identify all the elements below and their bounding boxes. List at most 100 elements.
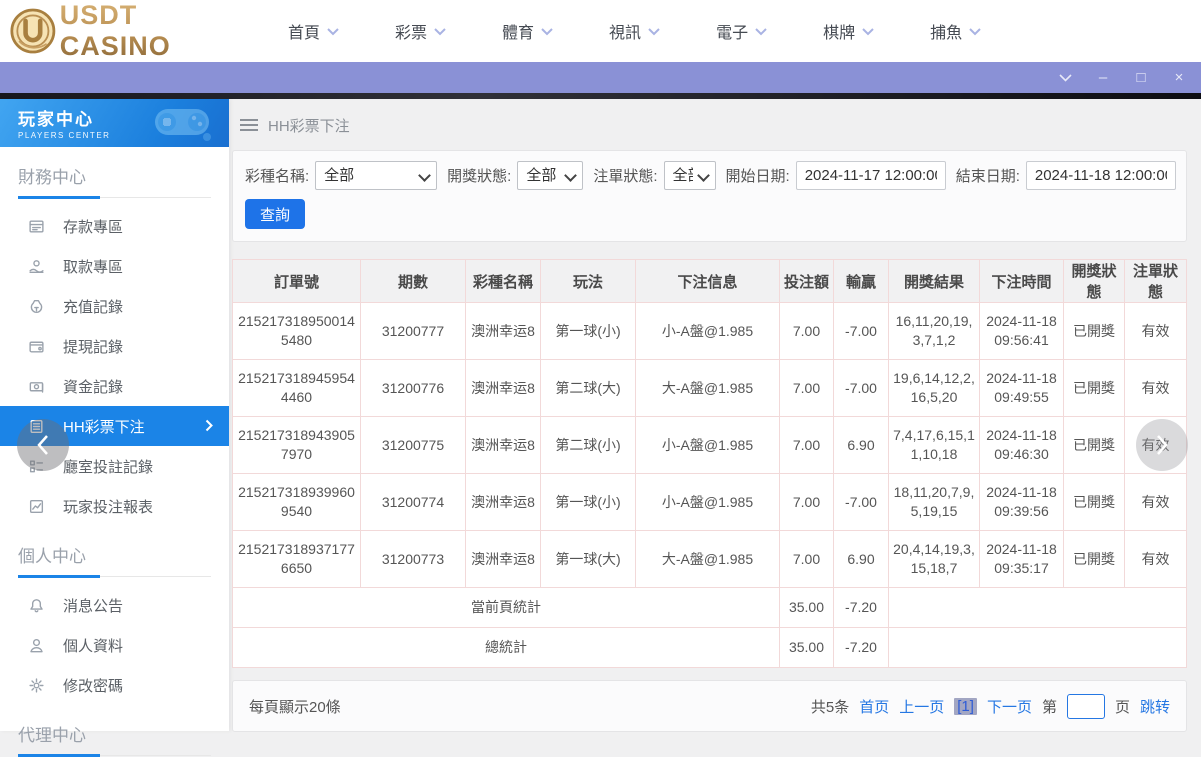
summary-empty-cell <box>888 587 1187 628</box>
nav-item-label: 首頁 <box>288 25 321 42</box>
withdraw-icon <box>29 259 44 273</box>
first-page-link[interactable]: 首页 <box>859 696 889 717</box>
sidebar-item-recharge[interactable]: 充值記錄 <box>0 286 229 326</box>
table-cell: 澳洲幸运8 <box>465 416 541 474</box>
table-row: 2152173189439057970 31200775 澳洲幸运8 第二球(小) 小-… <box>232 416 1187 474</box>
column-header: 訂單號 <box>232 259 361 303</box>
window-chevron-down-icon[interactable] <box>1057 70 1073 86</box>
maximize-icon[interactable]: □ <box>1133 70 1149 86</box>
brand-logo[interactable]: USDT CASINO <box>10 0 240 62</box>
table-cell: 31200777 <box>360 302 466 360</box>
chevron-down-icon <box>969 28 981 36</box>
coin-logo-icon <box>10 8 56 54</box>
search-button[interactable]: 查詢 <box>245 199 306 229</box>
chevron-down-icon <box>755 28 767 36</box>
sidebar-item-label: 取款專區 <box>63 258 124 276</box>
sidebar-section-title: 財務中心 <box>18 163 211 199</box>
table-cell: 小-A盤@1.985 <box>635 473 780 531</box>
sidebar-item-bell[interactable]: 消息公告 <box>0 585 229 625</box>
sidebar-item-withdraw[interactable]: 取款專區 <box>0 246 229 286</box>
table-cell: 31200773 <box>360 530 466 588</box>
hamburger-icon[interactable] <box>240 118 258 132</box>
table-cell: 31200775 <box>360 416 466 474</box>
bets-table: 訂單號 期數 彩種名稱 玩法 下注信息 投注額 輸贏 開獎結果 下注時間 開獎狀態 注單狀態 215… <box>232 259 1187 668</box>
table-cell: 第一球(小) <box>540 473 636 531</box>
sidebar-item-label: 消息公告 <box>63 597 124 615</box>
gamepad-icon <box>155 109 211 141</box>
start-date-filter: 開始日期: <box>726 161 946 190</box>
nav-item-2[interactable]: 彩票 <box>395 19 446 43</box>
sidebar-menu: 消息公告個人資料 修改密碼 <box>0 585 229 705</box>
jump-suffix-label: 页 <box>1114 698 1130 716</box>
nav-item-label: 體育 <box>502 25 535 42</box>
summary-bet-total: 35.00 <box>779 587 834 628</box>
sidebar-item-gear[interactable]: 修改密碼 <box>0 665 229 705</box>
nav-item-label: 捕魚 <box>930 25 963 42</box>
column-header: 開獎結果 <box>888 259 980 303</box>
sidebar-item-person[interactable]: 個人資料 <box>0 625 229 665</box>
table-cell: 18,11,20,7,9,5,19,15 <box>888 473 980 531</box>
table-cell: 有效 <box>1124 359 1187 417</box>
nav-item-6[interactable]: 棋牌 <box>823 19 874 43</box>
nav-item-3[interactable]: 體育 <box>502 19 553 43</box>
end-date-input[interactable] <box>1025 161 1176 190</box>
next-page-link[interactable]: 下一页 <box>987 696 1032 717</box>
sidebar-item-withdrawal-record[interactable]: 提現記錄 <box>0 326 229 366</box>
table-cell: 大-A盤@1.985 <box>635 359 780 417</box>
order-status-select[interactable]: 全部 <box>663 161 716 190</box>
close-icon[interactable]: × <box>1171 70 1187 86</box>
table-cell: 6.90 <box>833 530 889 588</box>
summary-bet-total: 35.00 <box>779 627 834 668</box>
summary-winloss-total: -7.20 <box>833 587 889 628</box>
table-cell: 小-A盤@1.985 <box>635 416 780 474</box>
sidebar-item-label: 玩家投注報表 <box>63 498 154 516</box>
column-header: 下注信息 <box>635 259 780 303</box>
start-date-input[interactable] <box>795 161 946 190</box>
table-cell: 第二球(小) <box>540 416 636 474</box>
table-cell: 2024-11-18 09:49:55 <box>979 359 1064 417</box>
draw-status-select[interactable]: 全部 <box>517 161 584 190</box>
top-navigation: USDT CASINO 首頁 彩票 體育 視訊 電子 棋牌 捕魚 <box>0 0 1201 62</box>
table-cell: 2152173189500145480 <box>232 302 361 360</box>
lottery-name-select[interactable]: 全部 <box>315 161 438 190</box>
sidebar-item-deposit[interactable]: 存款專區 <box>0 206 229 246</box>
table-cell: 2152173189399609540 <box>232 473 361 531</box>
bell-icon <box>30 598 43 612</box>
end-date-label: 結束日期: <box>955 168 1020 185</box>
page-jump-input[interactable] <box>1066 693 1105 719</box>
funds-icon <box>29 381 44 393</box>
chevron-down-icon <box>541 28 553 36</box>
table-row: 2152173189500145480 31200777 澳洲幸运8 第一球(小) 小-… <box>232 302 1187 360</box>
jump-action-link[interactable]: 跳转 <box>1140 696 1170 717</box>
table-cell: 已開獎 <box>1063 359 1125 417</box>
column-header: 投注額 <box>779 259 834 303</box>
minimize-icon[interactable]: – <box>1095 70 1111 86</box>
table-cell: 2152173189439057970 <box>232 416 361 474</box>
nav-item-7[interactable]: 捕魚 <box>930 19 981 43</box>
nav-item-4[interactable]: 視訊 <box>609 19 660 43</box>
table-cell: 7.00 <box>779 302 834 360</box>
sidebar-item-funds[interactable]: 資金記錄 <box>0 366 229 406</box>
nav-item-label: 彩票 <box>395 25 428 42</box>
collapse-sidebar-button[interactable] <box>17 419 69 471</box>
withdrawal-record-icon <box>29 341 44 353</box>
nav-item-1[interactable]: 首頁 <box>288 19 339 43</box>
table-cell: 澳洲幸运8 <box>465 302 541 360</box>
end-date-filter: 結束日期: <box>956 161 1176 190</box>
column-header: 輸贏 <box>833 259 889 303</box>
brand-name: USDT CASINO <box>60 0 240 62</box>
table-cell: 澳洲幸运8 <box>465 530 541 588</box>
table-row: 2152173189399609540 31200774 澳洲幸运8 第一球(小) 小-… <box>232 473 1187 531</box>
expand-panel-button[interactable] <box>1136 419 1188 471</box>
sidebar: 玩家中心 PLAYERS CENTER 財務中心 存款專區 取款專區 充值記錄 提現記錄… <box>0 99 229 757</box>
total-summary-row: 總統計 35.00 -7.20 <box>232 627 1187 668</box>
order-status-label: 注單狀態: <box>593 168 658 185</box>
table-cell: 有效 <box>1124 302 1187 360</box>
column-header: 注單狀態 <box>1124 259 1187 303</box>
sidebar-item-report[interactable]: 玩家投注報表 <box>0 486 229 526</box>
table-cell: 19,6,14,12,2,16,5,20 <box>888 359 980 417</box>
nav-item-label: 視訊 <box>609 25 642 42</box>
nav-item-5[interactable]: 電子 <box>716 19 767 43</box>
table-cell: 2024-11-18 09:56:41 <box>979 302 1064 360</box>
prev-page-link[interactable]: 上一页 <box>899 696 944 717</box>
